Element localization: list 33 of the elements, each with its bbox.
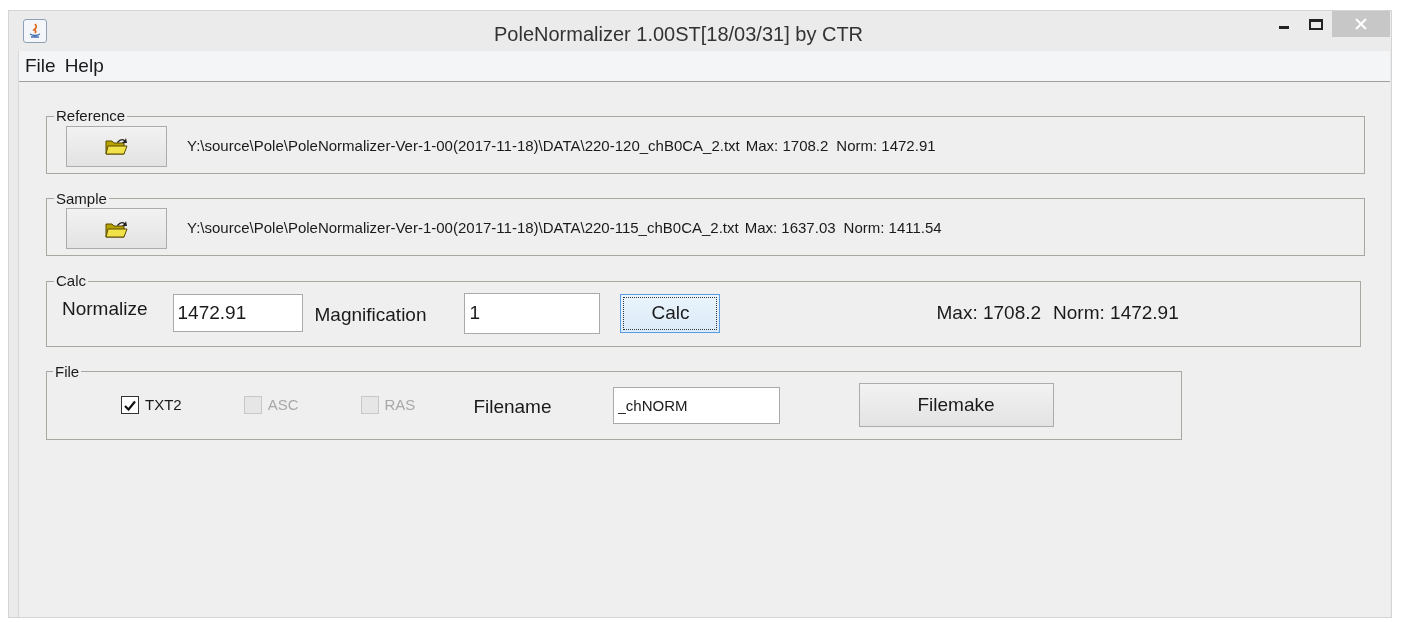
filename-label: Filename — [473, 394, 552, 419]
max-value: Max: 1637.03 — [744, 218, 836, 239]
group-label: Sample — [55, 188, 108, 209]
calc-button[interactable]: Calc — [620, 293, 721, 333]
menu-item[interactable]: Help — [64, 51, 104, 81]
checkbox-label: ASC — [267, 394, 299, 415]
close-icon — [1355, 18, 1367, 30]
normalize-field[interactable]: 1472.91 — [172, 294, 303, 332]
group-label: Reference — [55, 106, 127, 126]
open-file-button[interactable] — [66, 125, 167, 167]
file-path: Y:\source\Pole\PoleNormalizer-Ver-1-00(2017-11-18)\DATA\220-120_chB0CA_2.txt — [187, 135, 740, 156]
max-value: Max: 1708.2 — [745, 135, 829, 156]
checkbox-label: TXT2 — [145, 394, 182, 415]
open-file-button[interactable] — [66, 208, 167, 249]
group-label: File — [54, 361, 81, 382]
norm-value: Norm: 1472.91 — [836, 135, 936, 156]
max-value: Max: 1708.2 — [936, 300, 1042, 325]
magnification-field[interactable]: 1 — [464, 292, 601, 334]
open-folder-icon — [104, 136, 129, 156]
group-label: Calc — [55, 271, 87, 291]
app-icon — [23, 19, 47, 43]
filename-field[interactable]: _chNORM — [612, 386, 780, 424]
checkmark-icon — [124, 399, 136, 411]
file-path: Y:\source\Pole\PoleNormalizer-Ver-1-00(2017-11-18)\DATA\220-115_chB0CA_2.txt — [187, 218, 739, 239]
norm-value: Norm: 1472.91 — [1053, 300, 1179, 325]
menu-item[interactable]: File — [25, 51, 56, 81]
norm-value: Norm: 1411.54 — [843, 218, 942, 239]
normalize-label: Normalize — [62, 296, 148, 321]
magnification-label: Magnification — [314, 302, 427, 327]
window-title: PoleNormalizer 1.00ST[18/03/31] by CTR — [494, 22, 864, 47]
filemake-button[interactable]: Filemake — [858, 383, 1054, 427]
checkbox-label: RAS — [384, 394, 416, 415]
checkbox[interactable] — [121, 396, 139, 414]
